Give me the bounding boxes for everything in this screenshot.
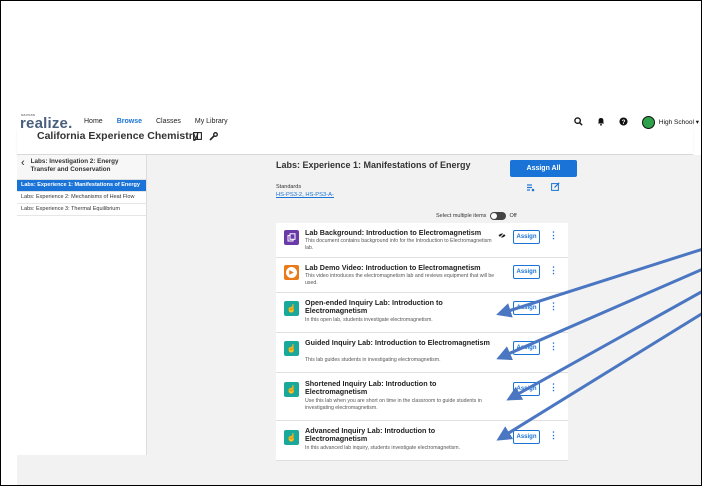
assign-button[interactable]: Assign [513,430,540,444]
hidden-eye-icon[interactable] [498,232,506,241]
item-description: Use this lab when you are short on time … [305,398,482,411]
help-icon[interactable]: ? [619,116,628,128]
assign-button[interactable]: Assign [513,341,540,355]
play-triangle-icon: ▶ [286,267,297,278]
item-description: In this open lab, students investigate e… [305,317,433,323]
sidebar-item-experience-3[interactable]: Labs: Experience 3: Thermal Equilibrium [17,204,146,216]
list-item[interactable]: ☝ Open-ended Inquiry Lab: Introduction t… [276,293,568,333]
list-item[interactable]: ☝ Advanced Inquiry Lab: Introduction to … [276,421,568,461]
book-icon[interactable] [193,132,202,142]
hand-pointer-icon: ☝ [284,341,299,356]
item-description: This lab guides students in investigatin… [305,357,441,363]
document-icon [284,230,299,245]
profile-menu[interactable]: High School ▾ [641,115,699,129]
more-options-icon[interactable]: ⋮ [549,382,558,393]
item-title[interactable]: Lab Background: Introduction to Electrom… [305,228,495,237]
item-title[interactable]: Advanced Inquiry Lab: Introduction to El… [305,426,495,444]
assign-button[interactable]: Assign [513,230,540,244]
hand-pointer-icon: ☝ [284,382,299,397]
avatar [641,115,655,129]
list-item[interactable]: ☝ Guided Inquiry Lab: Introduction to El… [276,333,568,373]
item-title[interactable]: Shortened Inquiry Lab: Introduction to E… [305,379,495,397]
hand-pointer-icon: ☝ [284,430,299,445]
assign-button[interactable]: Assign [513,265,540,279]
assign-all-button[interactable]: Assign All [510,160,577,177]
content-area: ‹ Labs: Investigation 2: Energy Transfer… [17,155,701,485]
hand-pointer-icon: ☝ [284,301,299,316]
svg-text:?: ? [621,118,625,125]
sidebar-item-experience-1[interactable]: Labs: Experience 1: Manifestations of En… [17,180,146,192]
item-title[interactable]: Guided Inquiry Lab: Introduction to Elec… [305,338,495,347]
sidebar: ‹ Labs: Investigation 2: Energy Transfer… [17,155,147,455]
bell-icon[interactable] [597,117,605,128]
more-options-icon[interactable]: ⋮ [549,430,558,441]
standards-label: Standards [276,184,302,190]
sidebar-header[interactable]: ‹ Labs: Investigation 2: Energy Transfer… [17,155,146,180]
sidebar-item-experience-2[interactable]: Labs: Experience 2: Mechanisms of Heat F… [17,192,146,204]
item-title[interactable]: Lab Demo Video: Introduction to Electrom… [305,263,495,272]
wrench-icon[interactable] [209,132,218,143]
list-item[interactable]: ☝ Shortened Inquiry Lab: Introduction to… [276,373,568,421]
item-description: This document contains background info f… [305,238,492,251]
video-play-icon: ▶ [284,265,299,280]
list-item[interactable]: Lab Background: Introduction to Electrom… [276,223,568,258]
main-panel: Labs: Experience 1: Manifestations of En… [276,155,582,485]
assign-button[interactable]: Assign [513,301,540,315]
more-options-icon[interactable]: ⋮ [549,301,558,312]
more-options-icon[interactable]: ⋮ [549,341,558,352]
select-multiple-row: Select multiple items Off [436,212,517,220]
select-multiple-toggle[interactable] [490,212,507,220]
chevron-left-icon[interactable]: ‹ [21,158,25,169]
item-title[interactable]: Open-ended Inquiry Lab: Introduction to … [305,298,495,316]
sidebar-title: Labs: Investigation 2: Energy Transfer a… [30,158,119,173]
page-title: Labs: Experience 1: Manifestations of En… [276,160,471,170]
select-multiple-label: Select multiple items [436,213,487,219]
reorder-list-icon[interactable] [526,183,535,194]
toggle-state-label: Off [509,213,517,219]
more-options-icon[interactable]: ⋮ [549,230,558,241]
standards-links[interactable]: HS-PS3-2, HS-PS3-A- [276,192,334,198]
search-icon[interactable] [574,116,583,128]
item-description: This video introduces the electromagneti… [305,273,495,286]
item-description: In this advanced lab inquiry, students i… [305,445,461,451]
resource-list: Lab Background: Introduction to Electrom… [276,223,568,461]
program-header: California Experience Chemistry [17,129,693,155]
screenshot-frame: savvas realize. Home Browse Classes My L… [0,0,702,486]
edit-icon[interactable] [551,182,560,193]
profile-label: High School ▾ [658,119,699,126]
assign-button[interactable]: Assign [513,382,540,396]
more-options-icon[interactable]: ⋮ [549,265,558,276]
list-item[interactable]: ▶ Lab Demo Video: Introduction to Electr… [276,258,568,293]
program-title: California Experience Chemistry [37,130,199,142]
